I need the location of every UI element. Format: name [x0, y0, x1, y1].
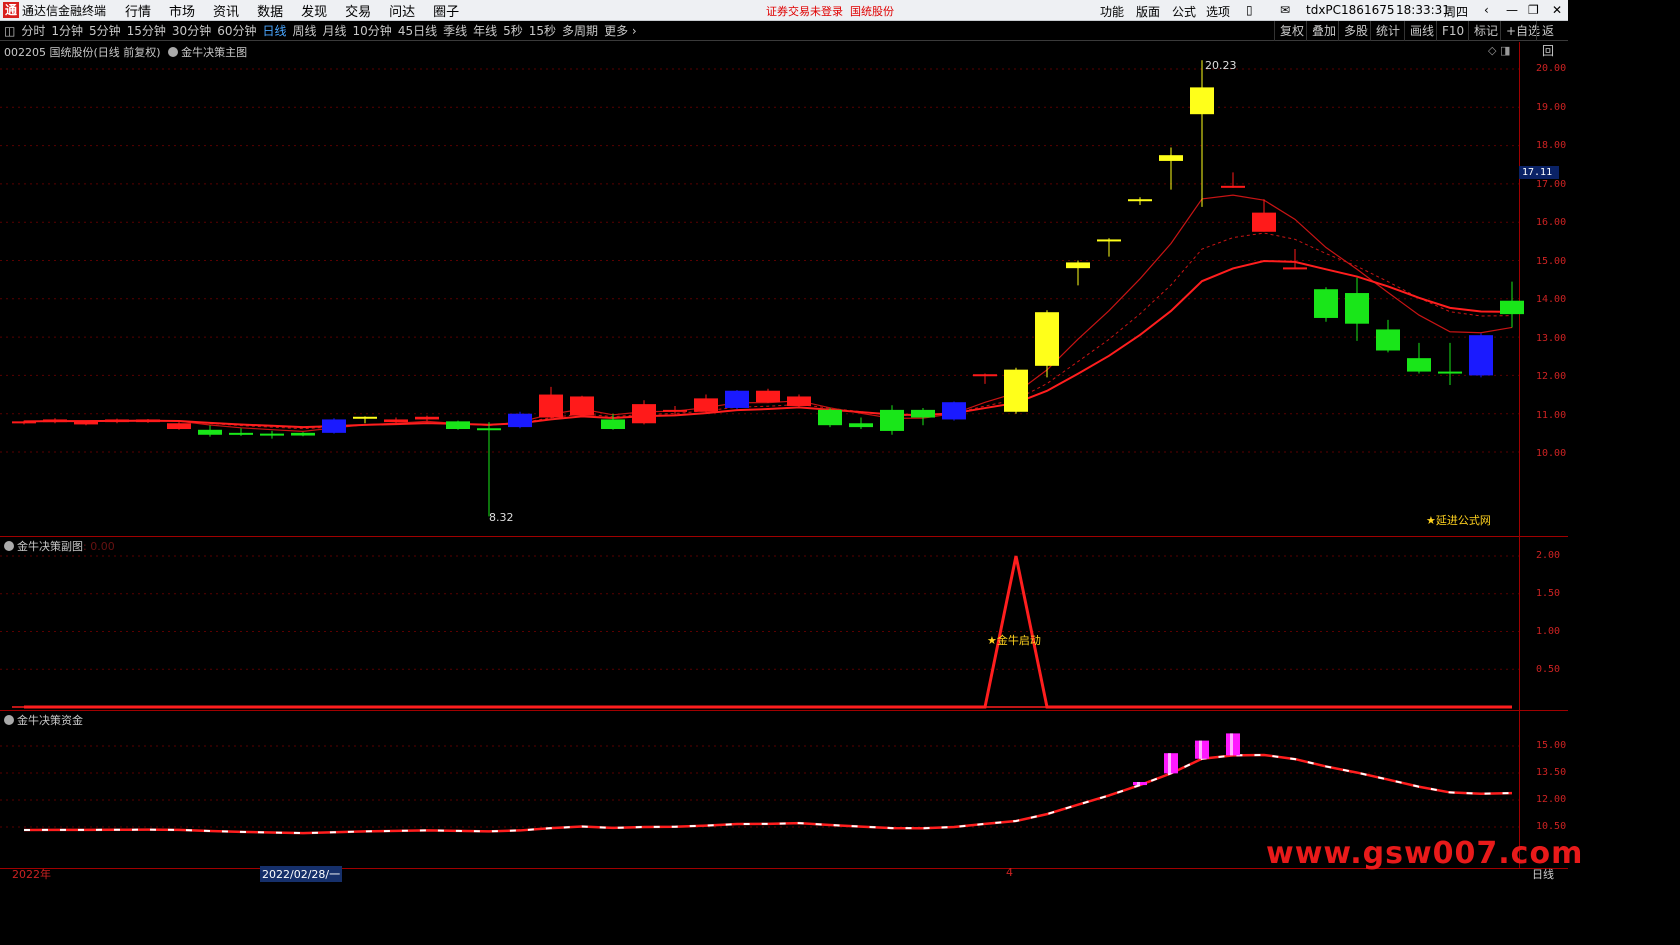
- ytick-14: 14.00: [1536, 294, 1567, 305]
- candle-body: [291, 432, 315, 436]
- candle-body: [1345, 293, 1369, 324]
- formula-site-note: ★延进公式网: [1426, 514, 1491, 527]
- fund-line: [23, 753, 1513, 835]
- candle-body: [43, 419, 67, 423]
- high-price-label: 20.23: [1205, 59, 1237, 72]
- candle-body: [632, 404, 656, 424]
- ytick-17: 17.00: [1536, 179, 1567, 190]
- candle-body: [756, 390, 780, 403]
- kline-chart-svg[interactable]: [0, 0, 1568, 882]
- candle-body: [322, 419, 346, 433]
- jinniu-start-signal: ★金牛启动: [987, 634, 1041, 647]
- candle-body: [539, 394, 563, 418]
- candle-body: [1407, 358, 1431, 372]
- candle-body: [1469, 335, 1493, 376]
- ytick-10: 10.00: [1536, 448, 1567, 459]
- candle-body: [1035, 312, 1059, 366]
- sub-ytick-1: 1.00: [1536, 626, 1561, 637]
- candle-body: [787, 396, 811, 407]
- candle-body: [880, 409, 904, 431]
- ytick-20: 20.00: [1536, 63, 1567, 74]
- candle-body: [1159, 155, 1183, 161]
- candle-body: [384, 419, 408, 423]
- xaxis-cursor-date: 2022/02/28/一: [260, 866, 343, 882]
- sub-ytick-0-5: 0.50: [1536, 664, 1561, 675]
- candle-body: [1500, 300, 1524, 315]
- fund-bar-highlight: [1199, 740, 1202, 759]
- candle-body: [911, 409, 935, 418]
- candle-body: [849, 423, 873, 428]
- candle-body: [1438, 371, 1462, 374]
- fund-ytick-12: 12.00: [1536, 794, 1567, 805]
- fund-bar-highlight: [1168, 753, 1171, 774]
- ytick-11: 11.00: [1536, 410, 1567, 421]
- ytick-15: 15.00: [1536, 256, 1567, 267]
- chart-frame: [0, 42, 1568, 869]
- candle-body: [1097, 239, 1121, 242]
- candle-body: [973, 374, 997, 377]
- candle-body: [1066, 262, 1090, 269]
- fund-bar-highlight: [1137, 782, 1140, 786]
- candle-body: [942, 402, 966, 420]
- ytick-18: 18.00: [1536, 140, 1567, 151]
- candle-body: [1190, 87, 1214, 115]
- candle-body: [198, 429, 222, 435]
- candle-body: [725, 390, 749, 408]
- candle-body: [446, 421, 470, 430]
- low-price-label: 8.32: [489, 511, 514, 524]
- sub-ytick-1-5: 1.50: [1536, 588, 1561, 599]
- candle-body: [260, 433, 284, 436]
- ytick-13: 13.00: [1536, 333, 1567, 344]
- candle-body: [570, 396, 594, 416]
- candle-body: [74, 421, 98, 425]
- candles-layer[interactable]: [12, 60, 1524, 517]
- candle-body: [1221, 185, 1245, 188]
- xaxis-mark: 4: [1006, 866, 1013, 879]
- candle-body: [1283, 267, 1307, 270]
- candle-body: [105, 419, 129, 423]
- xaxis-start-year: 2022年: [12, 868, 51, 881]
- candle-body: [508, 413, 532, 428]
- candle-body: [167, 423, 191, 430]
- ytick-19: 19.00: [1536, 102, 1567, 113]
- candle-body: [601, 419, 625, 430]
- candle-body: [229, 432, 253, 435]
- watermark-text: www.gsw007.com: [1266, 836, 1584, 871]
- candle-body: [1252, 212, 1276, 232]
- candle-body: [136, 419, 160, 423]
- fund-ytick-15: 15.00: [1536, 740, 1567, 751]
- candle-body: [818, 409, 842, 426]
- candle-body: [415, 416, 439, 420]
- ytick-12: 12.00: [1536, 371, 1567, 382]
- candle-body: [663, 409, 687, 412]
- candle-body: [353, 416, 377, 419]
- fund-ytick-10-5: 10.50: [1536, 821, 1567, 832]
- tdx-terminal-window: 通 通达信金融终端 行情 市场 资讯 数据 发现 交易 问达 圈子 证券交易未登…: [0, 0, 1582, 882]
- sub-ytick-2: 2.00: [1536, 550, 1561, 561]
- candle-body: [1314, 289, 1338, 318]
- ytick-16: 16.00: [1536, 217, 1567, 228]
- candle-body: [477, 428, 501, 431]
- current-price-tag: 17.11: [1519, 166, 1559, 179]
- candle-body: [12, 421, 36, 424]
- grid-lines: [0, 68, 1519, 828]
- fund-line-overlay: [23, 753, 1513, 835]
- candle-body: [1128, 199, 1152, 202]
- candle-body: [1004, 369, 1028, 412]
- fund-layer: [23, 733, 1513, 835]
- fund-ytick-13-5: 13.50: [1536, 767, 1567, 778]
- fund-bar-highlight: [1230, 733, 1233, 756]
- candle-body: [1376, 329, 1400, 351]
- candle-body: [694, 398, 718, 412]
